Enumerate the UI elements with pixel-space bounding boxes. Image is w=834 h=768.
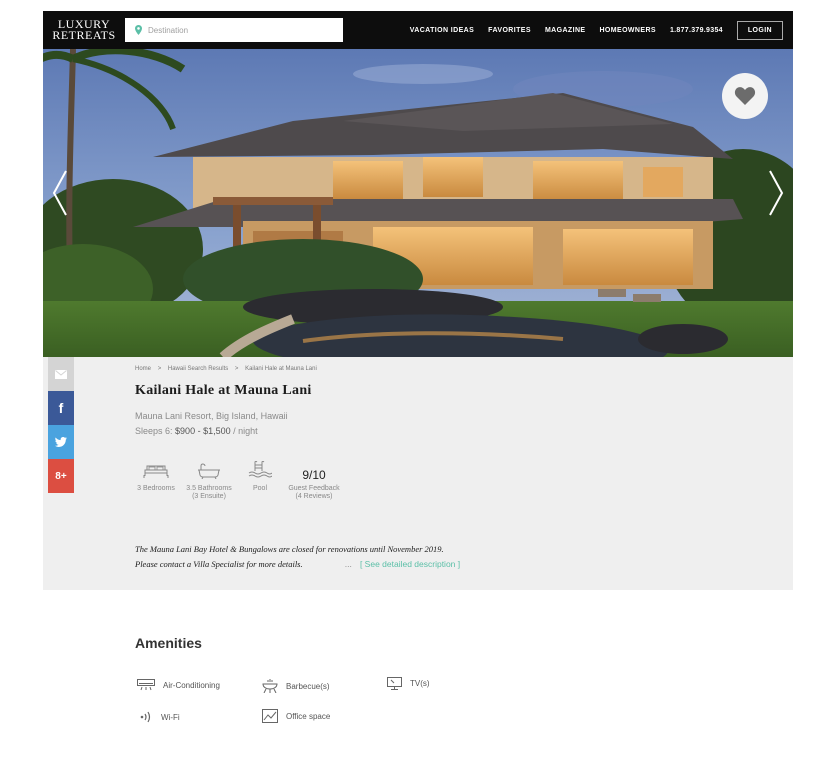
favorite-button[interactable] [722, 73, 768, 119]
amenity-air-conditioning: Air-Conditioning [137, 679, 220, 691]
logo-line-2: RETREATS [52, 28, 116, 42]
amenity-barbecue: Barbecue(s) [262, 679, 330, 693]
twitter-share-button[interactable] [48, 425, 74, 459]
bathtub-icon [198, 463, 220, 479]
amenity-label: Barbecue(s) [286, 681, 330, 691]
breadcrumb-separator: > [157, 366, 162, 372]
breadcrumb: Home > Hawaii Search Results > Kailani H… [135, 366, 322, 372]
amenities-heading: Amenities [135, 635, 202, 651]
bed-icon [143, 465, 169, 478]
amenity-wifi: Wi-Fi [140, 711, 180, 723]
villa-photo [43, 49, 793, 357]
heart-icon [734, 87, 756, 105]
review-count: (4 Reviews) [295, 493, 333, 500]
price-range: $900 - $1,500 [175, 426, 231, 436]
breadcrumb-search-results[interactable]: Hawaii Search Results [168, 366, 228, 372]
guest-rating: 9/10 [302, 468, 326, 482]
map-pin-icon [135, 25, 142, 35]
twitter-icon [55, 437, 67, 447]
nav-homeowners[interactable]: HOMEOWNERS [599, 27, 656, 34]
office-chart-icon [262, 709, 278, 723]
envelope-icon [55, 369, 67, 379]
destination-search[interactable] [125, 18, 343, 42]
google-plus-icon: 8+ [55, 470, 67, 482]
google-plus-share-button[interactable]: 8+ [48, 459, 74, 493]
destination-input[interactable] [148, 25, 328, 35]
guest-feedback-label: Guest Feedback [288, 485, 340, 492]
property-title: Kailani Hale at Mauna Lani [135, 383, 312, 398]
pool-label: Pool [252, 485, 267, 492]
feature-list: 3 Bedrooms 3.5 Bathrooms (3 Ensuite) Poo… [133, 459, 347, 501]
sleeps-count: Sleeps 6: [135, 426, 173, 436]
property-info-panel: f 8+ Home > Hawaii Search Results > Kail… [43, 357, 793, 590]
facebook-icon: f [58, 400, 64, 416]
chevron-right-icon [769, 170, 784, 216]
share-bar: f 8+ [48, 357, 74, 493]
notice-line-1: The Mauna Lani Bay Hotel & Bungalows are… [135, 544, 444, 554]
breadcrumb-current: Kailani Hale at Mauna Lani [245, 366, 317, 372]
breadcrumb-home[interactable]: Home [135, 366, 151, 372]
feature-bedrooms: 3 Bedrooms [133, 459, 179, 501]
next-photo-arrow[interactable] [763, 167, 789, 219]
feature-guest-feedback[interactable]: 9/10 Guest Feedback (4 Reviews) [281, 459, 347, 501]
nav-magazine[interactable]: MAGAZINE [545, 27, 586, 34]
property-location: Mauna Lani Resort, Big Island, Hawaii [135, 411, 288, 421]
nav-vacation-ideas[interactable]: VACATION IDEAS [410, 27, 474, 34]
pool-icon [248, 461, 272, 478]
email-share-button[interactable] [48, 357, 74, 391]
notice-ellipsis: ... [344, 559, 352, 569]
facebook-share-button[interactable]: f [48, 391, 74, 425]
feature-pool: Pool [239, 459, 281, 501]
top-nav-bar: LUXURY RETREATS VACATION IDEAS FAVORITES… [43, 11, 793, 49]
tv-icon [387, 677, 402, 690]
bathrooms-label: 3.5 Bathrooms [186, 485, 232, 492]
amenity-label: Air-Conditioning [163, 680, 220, 690]
bathrooms-note: (3 Ensuite) [192, 493, 226, 500]
hero-gallery [43, 49, 793, 357]
feature-bathrooms: 3.5 Bathrooms (3 Ensuite) [179, 459, 239, 501]
site-logo[interactable]: LUXURY RETREATS [43, 11, 125, 49]
air-conditioner-icon [137, 679, 155, 691]
main-nav: VACATION IDEAS FAVORITES MAGAZINE HOMEOW… [410, 20, 783, 40]
detailed-description-link[interactable]: [ See detailed description ] [360, 559, 460, 569]
nav-favorites[interactable]: FAVORITES [488, 27, 531, 34]
notice-line-2: Please contact a Villa Specialist for mo… [135, 559, 303, 569]
amenity-label: TV(s) [410, 679, 430, 688]
bedrooms-label: 3 Bedrooms [137, 485, 175, 492]
sleeps-and-price: Sleeps 6: $900 - $1,500 / night [135, 426, 258, 436]
wifi-icon [140, 711, 151, 723]
price-unit: / night [233, 426, 258, 436]
amenity-tv: TV(s) [387, 677, 430, 690]
prev-photo-arrow[interactable] [47, 167, 73, 219]
renovation-notice: The Mauna Lani Bay Hotel & Bungalows are… [135, 542, 460, 572]
phone-number[interactable]: 1.877.379.9354 [670, 27, 723, 34]
amenity-label: Office space [286, 711, 331, 721]
amenity-label: Wi-Fi [161, 712, 180, 722]
login-button[interactable]: LOGIN [736, 20, 783, 40]
barbecue-icon [262, 679, 278, 693]
amenity-office-space: Office space [262, 709, 330, 723]
chevron-left-icon [52, 170, 67, 216]
breadcrumb-separator: > [234, 366, 239, 372]
